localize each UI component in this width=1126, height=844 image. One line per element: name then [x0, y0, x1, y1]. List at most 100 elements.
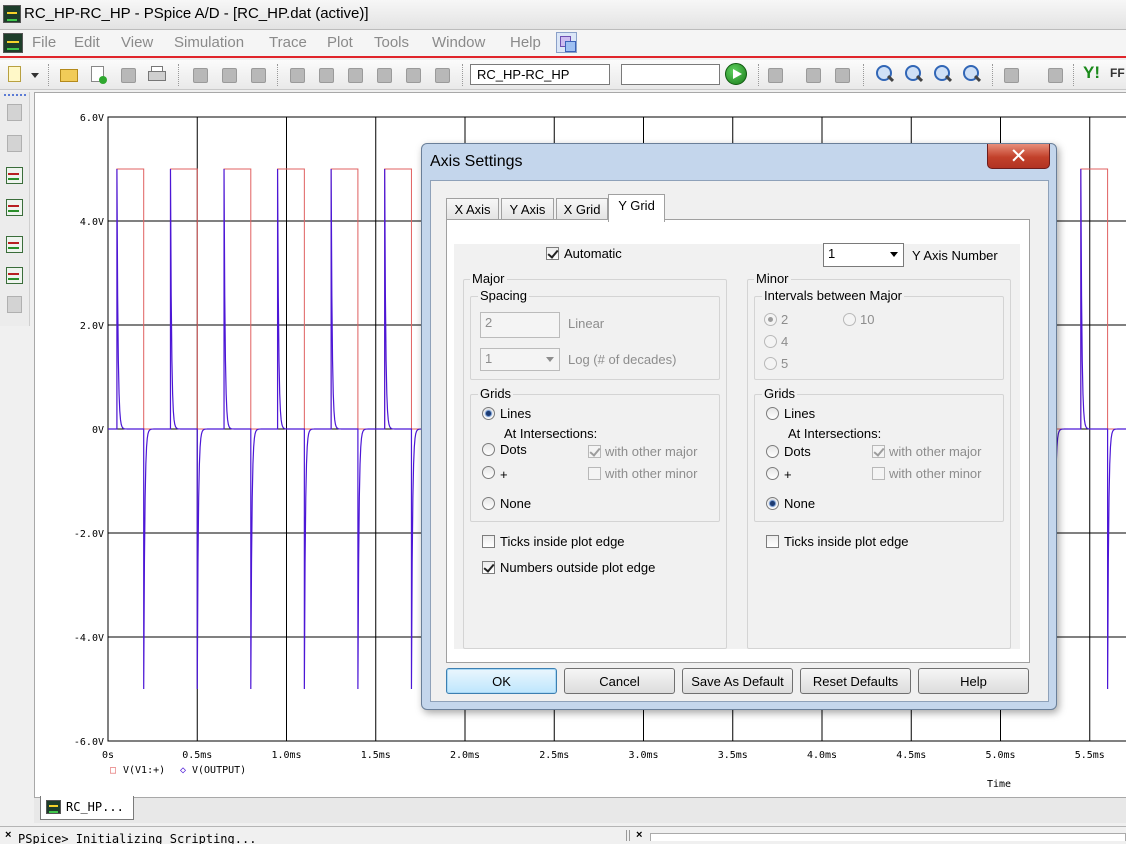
minor-lines-radio[interactable]	[766, 407, 779, 420]
tab-x-axis[interactable]: X Axis	[446, 198, 499, 221]
reset-defaults-button[interactable]: Reset Defaults	[800, 668, 911, 694]
cancel-button[interactable]: Cancel	[564, 668, 675, 694]
tab-y-grid[interactable]: Y Grid	[608, 194, 665, 222]
dialog-close-button[interactable]: ✕	[987, 144, 1050, 169]
edit-waveform-icon[interactable]	[4, 265, 24, 285]
current-marker-icon[interactable]	[402, 64, 424, 86]
minor-interval-5-radio[interactable]	[764, 357, 777, 370]
menu-help[interactable]: Help	[510, 34, 541, 51]
major-group-label: Major	[470, 271, 507, 286]
menu-window[interactable]: Window	[432, 34, 485, 51]
y-axis-toggle-icon[interactable]: Y!	[1083, 63, 1100, 83]
window-title: RC_HP-RC_HP - PSpice A/D - [RC_HP.dat (a…	[24, 5, 369, 22]
pane-splitter[interactable]	[626, 830, 630, 841]
major-dots-radio[interactable]	[482, 443, 495, 456]
major-log-decades-select[interactable]: 1	[480, 348, 560, 371]
zoom-area-icon[interactable]	[932, 64, 954, 86]
menu-trace[interactable]: Trace	[269, 34, 307, 51]
minor-interval-4-radio[interactable]	[764, 335, 777, 348]
menu-view[interactable]: View	[121, 34, 153, 51]
output-file-icon[interactable]	[4, 165, 24, 185]
redo-icon[interactable]	[315, 64, 337, 86]
print-icon[interactable]	[146, 64, 168, 86]
toolbar-grip[interactable]	[4, 94, 26, 97]
menu-file[interactable]: File	[32, 34, 56, 51]
zoom-fit-icon[interactable]	[961, 64, 983, 86]
menu-simulation[interactable]: Simulation	[174, 34, 244, 51]
minor-interval-5-label: 5	[781, 356, 789, 371]
major-at-intersections-label: At Intersections:	[504, 426, 598, 441]
open-folder-icon[interactable]	[58, 64, 80, 86]
automatic-checkbox[interactable]	[546, 247, 559, 260]
minor-interval-2-radio[interactable]	[764, 313, 777, 326]
netlist-icon[interactable]	[4, 133, 24, 153]
major-none-radio[interactable]	[482, 497, 495, 510]
major-numbers-outside-label: Numbers outside plot edge	[500, 560, 656, 575]
tab-y-axis[interactable]: Y Axis	[501, 198, 554, 221]
waveform-run-icon[interactable]	[4, 234, 24, 254]
new-file-icon[interactable]	[4, 64, 26, 86]
major-plus-label: +	[500, 467, 508, 482]
major-numbers-outside-checkbox[interactable]	[482, 561, 495, 574]
major-plus-radio[interactable]	[482, 466, 495, 479]
x-tick-label: 4.5ms	[896, 750, 926, 761]
x-tick-label: 5.5ms	[1075, 750, 1105, 761]
undo-icon[interactable]	[286, 64, 308, 86]
stop-icon[interactable]	[831, 64, 853, 86]
pause-icon[interactable]	[802, 64, 824, 86]
markers-icon[interactable]	[4, 294, 24, 314]
menu-tools[interactable]: Tools	[374, 34, 409, 51]
fourier-icon[interactable]: FF	[1110, 66, 1125, 80]
minor-ticks-inside-checkbox[interactable]	[766, 535, 779, 548]
major-ticks-inside-checkbox[interactable]	[482, 535, 495, 548]
menu-plot[interactable]: Plot	[327, 34, 353, 51]
minor-dots-label: Dots	[784, 444, 811, 459]
copy-icon[interactable]	[218, 64, 240, 86]
ok-button[interactable]: OK	[446, 668, 557, 694]
edit-profile-icon[interactable]	[764, 64, 786, 86]
document-tab[interactable]: RC_HP...	[40, 796, 134, 820]
pspice-app-icon[interactable]	[3, 5, 21, 23]
toolbar-separator	[178, 64, 180, 86]
major-with-other-major-checkbox[interactable]	[588, 445, 601, 458]
left-toolbar	[0, 92, 30, 326]
minor-with-other-major-checkbox[interactable]	[872, 445, 885, 458]
output-close-icon[interactable]: ×	[5, 829, 11, 841]
minor-none-radio[interactable]	[766, 497, 779, 510]
minor-plus-radio[interactable]	[766, 467, 779, 480]
legend-marker-input: □	[110, 765, 116, 776]
power-marker-icon[interactable]	[431, 64, 453, 86]
major-linear-spacing-field[interactable]: 2	[480, 312, 560, 338]
new-dropdown-icon[interactable]	[28, 64, 42, 86]
run-simulation-button[interactable]	[725, 63, 747, 85]
paste-icon[interactable]	[247, 64, 269, 86]
simulation-profile-secondary-field[interactable]	[621, 64, 720, 85]
simulation-results-icon[interactable]	[4, 197, 24, 217]
minor-with-other-minor-checkbox[interactable]	[872, 467, 885, 480]
menu-edit[interactable]: Edit	[74, 34, 100, 51]
add-trace-icon[interactable]	[1044, 64, 1066, 86]
watch-close-icon[interactable]: ×	[636, 829, 642, 841]
major-with-other-minor-checkbox[interactable]	[588, 467, 601, 480]
zoom-in-icon[interactable]	[874, 64, 896, 86]
simulation-profile-select[interactable]	[470, 64, 610, 85]
simulation-settings-icon[interactable]	[344, 64, 366, 86]
minor-dots-radio[interactable]	[766, 445, 779, 458]
comment-icon[interactable]	[4, 102, 24, 122]
major-lines-radio[interactable]	[482, 407, 495, 420]
cut-icon[interactable]	[189, 64, 211, 86]
document-menu-icon[interactable]	[3, 33, 23, 53]
axis-settings-icon[interactable]	[1000, 64, 1030, 86]
tile-windows-icon[interactable]	[556, 32, 577, 53]
y-axis-number-select[interactable]: 1	[823, 243, 904, 267]
minor-interval-10-radio[interactable]	[843, 313, 856, 326]
major-lines-label: Lines	[500, 406, 532, 421]
tab-x-grid[interactable]: X Grid	[556, 198, 608, 221]
save-icon[interactable]	[117, 64, 139, 86]
new-profile-icon[interactable]	[87, 64, 109, 86]
toolbar-separator	[992, 64, 994, 86]
zoom-out-icon[interactable]	[903, 64, 925, 86]
voltage-marker-icon[interactable]	[373, 64, 395, 86]
help-button[interactable]: Help	[918, 668, 1029, 694]
save-as-default-button[interactable]: Save As Default	[682, 668, 793, 694]
